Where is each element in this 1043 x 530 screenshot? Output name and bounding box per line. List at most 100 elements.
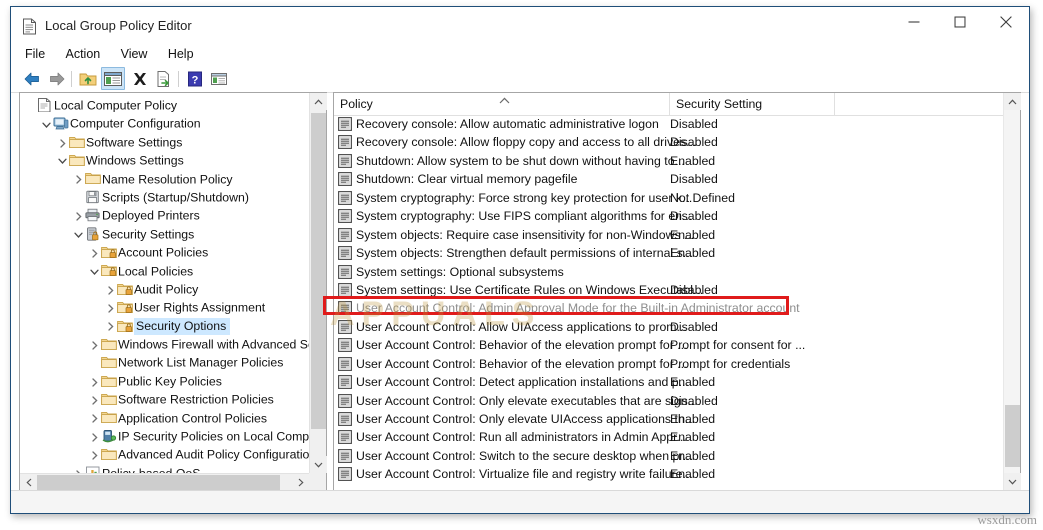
column-header-security-setting[interactable]: Security Setting [670, 93, 835, 115]
chevron-right-icon[interactable] [72, 207, 85, 225]
up-one-level-icon[interactable] [78, 69, 98, 89]
chevron-right-icon[interactable] [88, 446, 101, 464]
menu-help[interactable]: Help [168, 45, 203, 63]
policy-item-icon [338, 319, 352, 334]
tree-item-windows-settings[interactable]: Windows Settings [20, 151, 309, 169]
policy-list-row[interactable]: User Account Control: Behavior of the el… [334, 355, 1003, 373]
policy-item-icon [338, 375, 352, 390]
chevron-right-icon[interactable] [56, 133, 69, 151]
chevron-right-icon[interactable] [72, 170, 85, 188]
list-vertical-scrollbar[interactable] [1003, 93, 1021, 490]
tree-item-windows-firewall-with-advanced-secu[interactable]: Windows Firewall with Advanced Secu [20, 335, 309, 353]
chevron-right-icon[interactable] [88, 372, 101, 390]
policy-list-row[interactable]: User Account Control: Detect application… [334, 373, 1003, 391]
properties-icon[interactable] [209, 69, 229, 89]
tree-scroll-right-button[interactable] [292, 474, 309, 491]
chevron-right-icon[interactable] [88, 244, 101, 262]
policy-item-icon [338, 301, 352, 316]
chevron-right-icon[interactable] [104, 299, 117, 317]
minimize-button[interactable] [891, 7, 937, 37]
tree-horizontal-scrollbar[interactable] [20, 473, 309, 491]
back-icon[interactable] [22, 69, 42, 89]
policy-list-row[interactable]: User Account Control: Only elevate execu… [334, 392, 1003, 410]
policy-list-row[interactable]: User Account Control: Run all administra… [334, 428, 1003, 446]
tree-item-software-settings[interactable]: Software Settings [20, 133, 309, 151]
tree-vertical-scrollbar[interactable] [309, 93, 327, 473]
tree-item-user-rights-assignment[interactable]: User Rights Assignment [20, 298, 309, 316]
tree-item-security-settings[interactable]: Security Settings [20, 225, 309, 243]
list-scroll-up-button[interactable] [1004, 93, 1021, 110]
tree-scroll-down-button[interactable] [310, 456, 327, 473]
tree-item-computer-configuration[interactable]: Computer Configuration [20, 114, 309, 132]
tree-scrollbar-thumb[interactable] [311, 113, 326, 429]
tree-item-policy-based-qos[interactable]: Policy-based QoS [20, 464, 309, 473]
forward-icon[interactable] [47, 69, 67, 89]
chevron-down-icon[interactable] [88, 262, 101, 280]
chevron-right-icon[interactable] [104, 317, 117, 335]
policy-list-row[interactable]: System settings: Optional subsystems [334, 263, 1003, 281]
policy-editor-icon [37, 97, 54, 112]
policy-list[interactable]: Recovery console: Allow automatic admini… [334, 115, 1003, 490]
tree-item-security-options[interactable]: Security Options [20, 317, 309, 336]
policy-list-row[interactable]: User Account Control: Only elevate UIAcc… [334, 410, 1003, 428]
folder-lock-icon [117, 300, 134, 314]
help-icon[interactable]: ? [185, 69, 205, 89]
policy-list-row[interactable]: Shutdown: Allow system to be shut down w… [334, 152, 1003, 170]
menu-file[interactable]: File [25, 45, 54, 63]
list-scroll-down-button[interactable] [1004, 473, 1021, 490]
tree-item-local-computer-policy[interactable]: Local Computer Policy [20, 96, 309, 114]
policy-list-row[interactable]: User Account Control: Behavior of the el… [334, 336, 1003, 354]
menu-action[interactable]: Action [66, 45, 110, 63]
policy-list-row[interactable]: System settings: Use Certificate Rules o… [334, 281, 1003, 299]
tree-item-audit-policy[interactable]: Audit Policy [20, 280, 309, 298]
policy-list-row[interactable]: Shutdown: Clear virtual memory pagefile D… [334, 170, 1003, 188]
policy-list-row[interactable]: System cryptography: Force strong key pr… [334, 189, 1003, 207]
list-scrollbar-thumb[interactable] [1005, 405, 1020, 467]
tree-item-advanced-audit-policy-configuration[interactable]: Advanced Audit Policy Configuration [20, 445, 309, 463]
chevron-down-icon[interactable] [40, 115, 53, 133]
chevron-right-icon[interactable] [88, 409, 101, 427]
tree-item-deployed-printers[interactable]: Deployed Printers [20, 206, 309, 224]
tree-scroll-up-button[interactable] [310, 93, 327, 110]
delete-icon[interactable] [130, 69, 150, 89]
tree-hscrollbar-thumb[interactable] [37, 475, 280, 490]
close-button[interactable] [983, 7, 1029, 37]
policy-editor-icon [22, 18, 37, 35]
window-title: Local Group Policy Editor [45, 18, 192, 33]
policy-name: User Account Control: Admin Approval Mod… [356, 301, 800, 316]
chevron-right-icon[interactable] [88, 336, 101, 354]
folder-icon [85, 171, 102, 185]
tree-item-application-control-policies[interactable]: Application Control Policies [20, 409, 309, 427]
policy-list-row[interactable]: User Account Control: Virtualize file an… [334, 465, 1003, 483]
maximize-button[interactable] [937, 7, 983, 37]
policy-list-row[interactable]: Recovery console: Allow floppy copy and … [334, 133, 1003, 151]
policy-list-row[interactable]: System cryptography: Use FIPS compliant … [334, 207, 1003, 225]
policy-list-row[interactable]: System objects: Require case insensitivi… [334, 226, 1003, 244]
tree-item-software-restriction-policies[interactable]: Software Restriction Policies [20, 390, 309, 408]
column-header-blank[interactable] [835, 93, 1005, 115]
policy-security-setting: Disabled [670, 209, 718, 224]
tree-item-account-policies[interactable]: Account Policies [20, 243, 309, 261]
policy-list-row[interactable]: Recovery console: Allow automatic admini… [334, 115, 1003, 133]
tree-item-local-policies[interactable]: Local Policies [20, 262, 309, 280]
tree-item-public-key-policies[interactable]: Public Key Policies [20, 372, 309, 390]
export-list-icon[interactable] [154, 69, 174, 89]
policy-list-row[interactable]: User Account Control: Allow UIAccess app… [334, 318, 1003, 336]
tree-item-scripts-startup-shutdown[interactable]: Scripts (Startup/Shutdown) [20, 188, 309, 206]
chevron-right-icon[interactable] [72, 464, 85, 473]
menu-view[interactable]: View [121, 45, 157, 63]
policy-list-row[interactable]: System objects: Strengthen default permi… [334, 244, 1003, 262]
show-hide-tree-icon[interactable] [103, 69, 123, 89]
chevron-down-icon[interactable] [72, 225, 85, 243]
chevron-down-icon[interactable] [56, 152, 69, 170]
console-tree[interactable]: Local Computer Policy Computer Configurat… [20, 93, 309, 473]
tree-item-ip-security-policies-on-local-computer[interactable]: IP Security Policies on Local Computer [20, 427, 309, 445]
tree-item-network-list-manager-policies[interactable]: Network List Manager Policies [20, 353, 309, 371]
chevron-right-icon[interactable] [88, 428, 101, 446]
tree-scroll-left-button[interactable] [20, 474, 37, 491]
tree-item-name-resolution-policy[interactable]: Name Resolution Policy [20, 170, 309, 188]
chevron-right-icon[interactable] [104, 281, 117, 299]
policy-list-row[interactable]: User Account Control: Switch to the secu… [334, 447, 1003, 465]
policy-list-row[interactable]: User Account Control: Admin Approval Mod… [334, 299, 1003, 317]
chevron-right-icon[interactable] [88, 391, 101, 409]
